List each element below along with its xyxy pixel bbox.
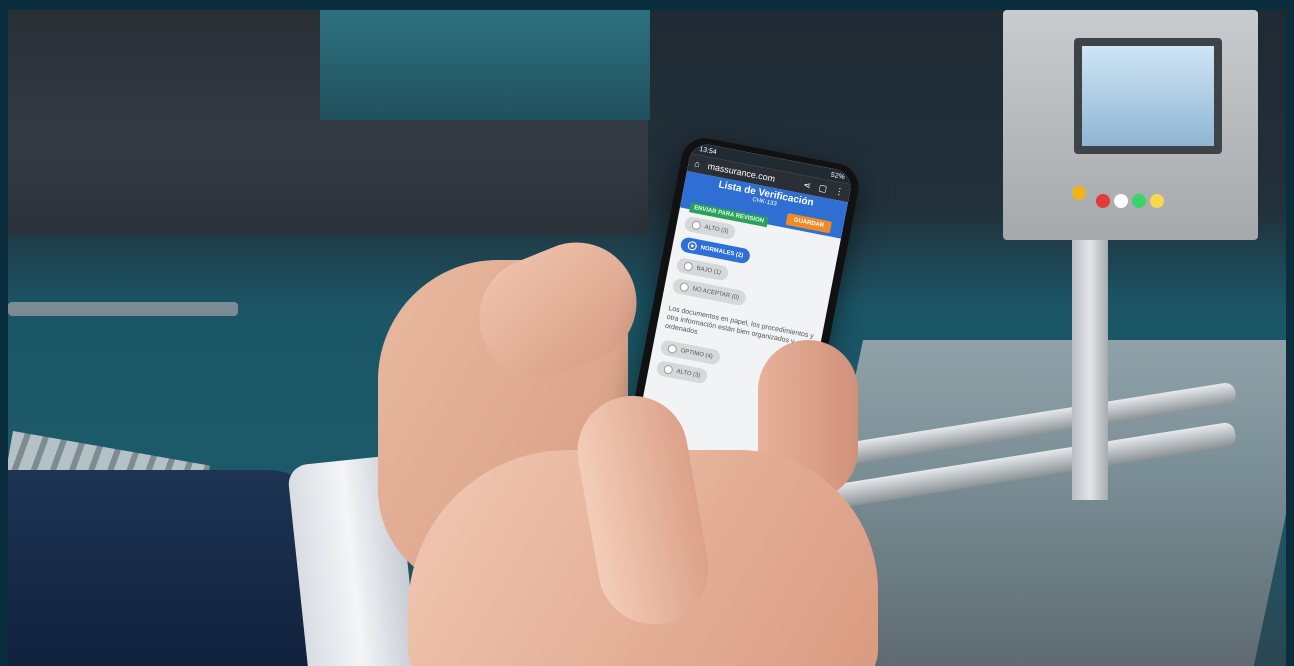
option-label: OPTIMO (4)	[679, 347, 714, 361]
suit-sleeve	[8, 470, 328, 666]
factory-background: 13:54 52% ⌂ massurance.com ⋖ ▢ ⋮ Lista d…	[8, 10, 1286, 666]
radio-icon	[691, 219, 702, 231]
option-label: NORMALES (2)	[700, 244, 744, 259]
panel-button-yellow	[1150, 194, 1164, 208]
radio-icon	[662, 364, 674, 376]
home-icon[interactable]: ⌂	[694, 158, 701, 169]
radio-icon	[666, 343, 678, 355]
panel-button-white	[1114, 194, 1128, 208]
emergency-button	[1072, 186, 1086, 200]
share-icon[interactable]: ⋖	[802, 179, 812, 191]
panel-button-green	[1132, 194, 1146, 208]
metal-rail	[8, 302, 238, 316]
status-battery: 52%	[830, 171, 846, 181]
radio-icon	[683, 261, 694, 272]
control-panel-screen	[1074, 38, 1222, 154]
option-label: ALTO (3)	[675, 368, 701, 379]
control-panel-pole	[1072, 240, 1108, 500]
machine-window	[320, 10, 650, 120]
panel-button-red	[1096, 194, 1110, 208]
kebab-menu-icon[interactable]: ⋮	[834, 185, 845, 198]
status-time: 13:54	[698, 145, 718, 156]
tabs-icon[interactable]: ▢	[818, 182, 828, 194]
option-label: BAJO (1)	[696, 265, 722, 276]
radio-icon	[679, 281, 690, 293]
option-label: ALTO (3)	[704, 223, 729, 235]
radio-icon	[687, 240, 698, 252]
option-label: NO ACEPTAR (0)	[692, 285, 740, 301]
